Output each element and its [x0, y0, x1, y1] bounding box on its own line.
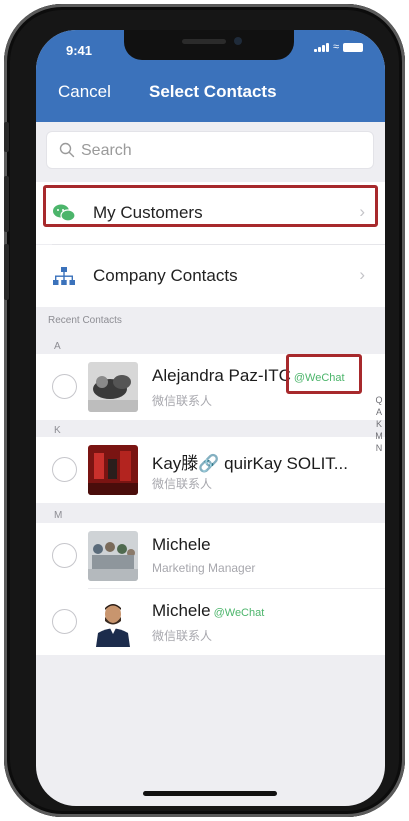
contact-name: Michele — [152, 535, 211, 554]
contact-name: Alejandra Paz-ITC — [152, 366, 291, 385]
contact-name-line: Michele @WeChat — [152, 601, 264, 621]
search-section — [36, 122, 385, 182]
avatar — [88, 362, 138, 412]
search-icon — [59, 142, 75, 158]
page-title: Select Contacts — [149, 82, 277, 101]
phone-frame: 9:41 ≈ Cancel Select Contacts Search My … — [4, 4, 405, 817]
group-letter: M — [54, 510, 63, 521]
contact-name-line: Kay滕🔗 quirKay SOLIT... — [152, 449, 348, 474]
status-time: 9:41 — [66, 43, 93, 58]
status-icons: ≈ — [313, 41, 363, 53]
contact-subtitle: 微信联系人 — [152, 394, 213, 408]
contact-row[interactable]: Kay滕🔗 quirKay SOLIT... 微信联系人 — [36, 437, 385, 503]
org-chart-icon — [53, 267, 75, 285]
contact-row[interactable]: Michele Marketing Manager — [36, 523, 385, 589]
chevron-right-icon: › — [359, 265, 365, 284]
mute-switch — [4, 122, 9, 152]
contact-subtitle: Marketing Manager — [152, 561, 256, 575]
volume-up-button — [4, 176, 9, 232]
home-indicator[interactable] — [143, 791, 277, 796]
select-radio[interactable] — [52, 457, 77, 482]
index-letter[interactable]: N — [376, 443, 383, 454]
avatar — [88, 445, 138, 495]
search-input[interactable] — [81, 138, 361, 164]
avatar — [88, 597, 138, 647]
section-header: Recent Contacts — [48, 315, 122, 326]
battery-icon — [343, 43, 363, 52]
select-radio[interactable] — [52, 543, 77, 568]
wechat-tag: @WeChat — [213, 607, 265, 619]
notch — [124, 30, 294, 60]
screen: 9:41 ≈ Cancel Select Contacts Search My … — [36, 30, 385, 806]
index-letter[interactable]: A — [376, 407, 382, 418]
signal-icon — [313, 42, 329, 52]
search-box[interactable] — [46, 131, 374, 169]
index-letter[interactable]: Q — [375, 395, 382, 406]
alphabet-index[interactable]: Q A K M N — [374, 395, 384, 454]
avatar — [88, 531, 138, 581]
cancel-button[interactable]: Cancel — [58, 82, 111, 102]
speaker-grille — [182, 39, 226, 44]
highlight-box-wechat-tag — [286, 354, 362, 394]
contact-subtitle: 微信联系人 — [152, 477, 213, 491]
index-letter[interactable]: M — [375, 431, 383, 442]
contact-name-line: Michele — [152, 535, 211, 555]
contact-row[interactable]: Michele @WeChat 微信联系人 — [36, 589, 385, 655]
contact-name: Kay滕🔗 quirKay SOLIT... — [152, 454, 348, 473]
wifi-icon: ≈ — [332, 41, 339, 53]
menu-item-company-contacts[interactable]: Company Contacts › — [36, 245, 385, 307]
volume-down-button — [4, 244, 9, 300]
index-letter[interactable]: K — [376, 419, 382, 430]
group-letter: A — [54, 341, 61, 352]
select-radio[interactable] — [52, 609, 77, 634]
select-radio[interactable] — [52, 374, 77, 399]
menu-item-label: Company Contacts — [93, 266, 238, 285]
front-camera — [234, 37, 242, 45]
group-letter: K — [54, 425, 61, 436]
contact-subtitle: 微信联系人 — [152, 629, 213, 643]
contact-name: Michele — [152, 601, 211, 620]
highlight-box-my-customers — [43, 185, 378, 227]
